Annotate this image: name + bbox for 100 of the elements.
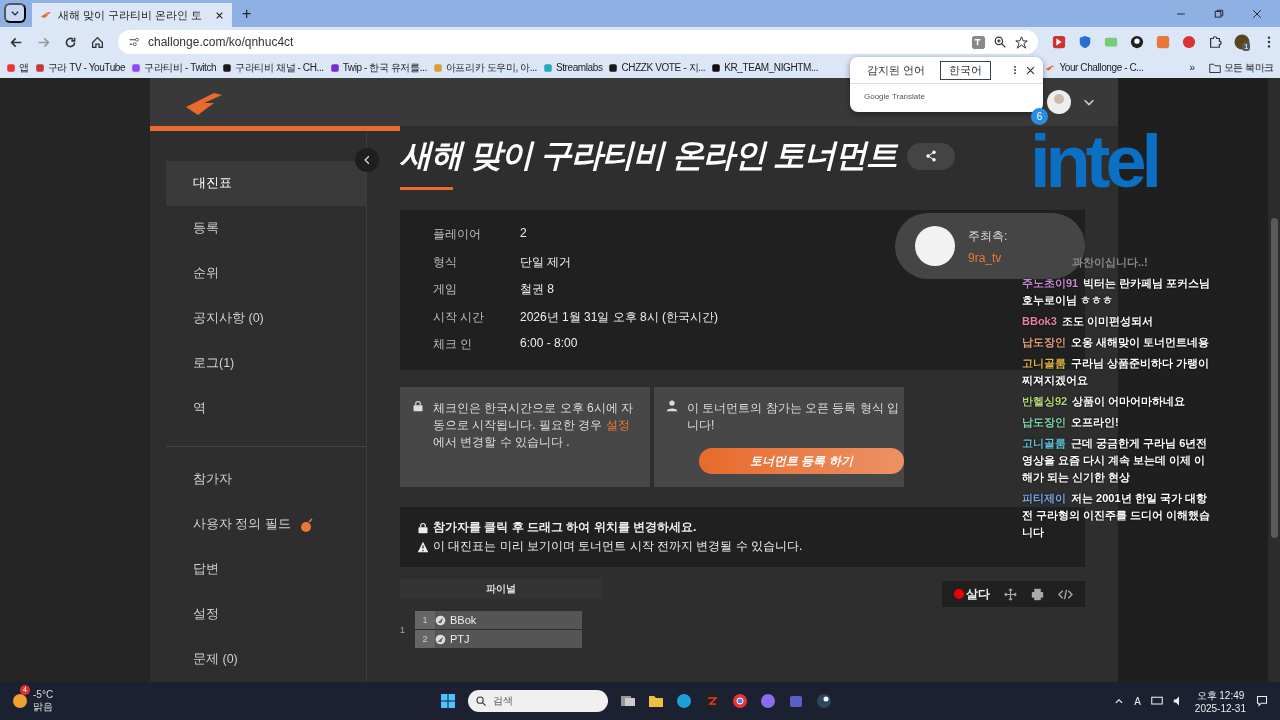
bookmark-favicon-icon — [222, 62, 233, 73]
checkin-text: 체크인은 한국시간으로 오후 6시에 자동으로 시작됩니다. 필요한 경우 설정 에서 변경할 수 있습니다 . — [433, 400, 634, 451]
lock-icon — [412, 400, 424, 412]
person-icon — [666, 400, 678, 412]
chevron-left-icon — [362, 155, 372, 165]
sidebar-item[interactable]: 로그(1) — [166, 341, 366, 386]
lock-icon — [417, 521, 429, 534]
round-header: 파이널 — [400, 579, 602, 599]
bookmark-item[interactable]: Twip - 한국 유저를... — [329, 60, 427, 75]
bookmark-item[interactable]: Your Challonge - C... — [1045, 62, 1144, 73]
tournament-title: 새해 맞이 구라티비 온라인 토너먼트 — [400, 136, 897, 175]
temperature: -5°C — [33, 688, 54, 700]
registration-text: 이 토너먼트의 참가는 오픈 등록 형식 입니다! — [687, 400, 900, 434]
chrome-icon[interactable] — [732, 693, 748, 709]
sidebar-item[interactable]: 설정 — [166, 592, 366, 637]
bookmark-favicon-icon — [608, 62, 619, 73]
sidebar-item[interactable]: 사용자 정의 필드 — [166, 502, 366, 547]
star-icon[interactable] — [1015, 35, 1028, 49]
move-icon[interactable] — [1004, 587, 1017, 601]
start-icon[interactable] — [440, 693, 456, 709]
circle-icon[interactable] — [1182, 35, 1196, 49]
info-value: 6:00 - 8:00 — [520, 336, 579, 353]
bookmark-favicon-icon — [432, 62, 443, 73]
home-icon[interactable] — [91, 35, 104, 49]
task-view-icon[interactable] — [620, 693, 636, 709]
language-tab[interactable]: 감지된 언어 — [858, 60, 935, 80]
chat-message: 고니골룸 구라님 상품준비하다 가랭이 찌져지겠어요 — [1022, 356, 1211, 388]
tab-menu-button[interactable] — [4, 3, 26, 23]
print-icon[interactable] — [1031, 587, 1044, 601]
info-value: 2 — [520, 226, 528, 242]
sidebar-item[interactable]: 대진표 — [166, 161, 366, 206]
info-label: 게임 — [433, 281, 458, 299]
bookmark-item[interactable]: KR_TEAM_NIGHTM... — [711, 62, 819, 73]
hint-text: 이 대진표는 미리 보기이며 토너먼트 시작 전까지 변경될 수 있습니다. — [433, 538, 803, 555]
chevron-icon — [10, 8, 20, 18]
folder-icon[interactable] — [648, 693, 664, 709]
shield-icon[interactable] — [1078, 35, 1092, 49]
profile-avatar-icon[interactable] — [1234, 34, 1250, 50]
bookmark-item[interactable]: 구라티비 채널 - CH... — [222, 60, 324, 75]
play-square-icon[interactable] — [1052, 35, 1066, 49]
zoom-icon[interactable] — [994, 35, 1007, 49]
bracket-player[interactable]: 2 PTJ — [415, 630, 582, 648]
sidebar-item[interactable]: 참가자 — [166, 457, 366, 502]
restore-icon[interactable] — [1214, 8, 1224, 19]
avatar-icon[interactable] — [1046, 89, 1072, 116]
collapse-button[interactable] — [355, 148, 379, 172]
host-label: 주최측: — [968, 227, 1008, 245]
share-button[interactable] — [906, 142, 955, 170]
new-tab-button[interactable]: + — [238, 5, 256, 23]
bookmark-favicon-icon — [6, 62, 16, 73]
game-logo-icon — [435, 614, 446, 626]
bookmark-favicon-icon — [131, 62, 142, 73]
browser-tab[interactable]: 새해 맞이 구라티비 온라인 토 — [32, 3, 232, 27]
sidebar-item[interactable]: 순위 — [166, 251, 366, 296]
sidebar-item[interactable]: 역 — [166, 386, 366, 431]
sidebar-item[interactable]: 등록 — [166, 206, 366, 251]
bracket-player[interactable]: 1 BBok — [415, 611, 582, 629]
warning-icon — [417, 540, 429, 553]
all-bookmarks-folder[interactable]: 모든 북마크 — [1208, 60, 1274, 75]
bookmark-item[interactable]: 앱 — [6, 60, 29, 75]
network-icon[interactable] — [1150, 695, 1163, 707]
translate-icon[interactable] — [971, 34, 986, 50]
taskbar-clock[interactable]: 오후 12:49 2025-12-31 — [1194, 688, 1246, 714]
more-bookmarks-button[interactable]: » — [1189, 62, 1195, 73]
game-app-icon[interactable] — [704, 693, 720, 709]
game-logo-icon — [435, 633, 446, 645]
bookmark-item[interactable]: 구라티비 - Twitch — [131, 60, 217, 75]
bookmark-item[interactable]: Streamlabs — [542, 62, 603, 73]
close-icon[interactable] — [1252, 8, 1262, 19]
input-method-indicator[interactable]: A — [1134, 695, 1141, 707]
chevron-up-icon[interactable] — [1114, 696, 1125, 706]
sidebar-item[interactable]: 답변 — [166, 547, 366, 592]
puzzle-icon[interactable] — [1208, 35, 1222, 49]
back-icon[interactable] — [10, 35, 23, 49]
taskbar-search[interactable]: 검색 — [468, 690, 608, 712]
bookmark-item[interactable]: CHZZK VOTE - 지... — [608, 60, 706, 75]
close-icon[interactable] — [1026, 65, 1035, 75]
bookmark-favicon-icon — [34, 62, 45, 73]
search-icon — [476, 695, 487, 707]
language-tab[interactable]: 한국어 — [940, 60, 992, 80]
chat-message: 피티제이 저는 2001년 한일 국가 대항전 구라형의 이진주를 드디어 이해했습니다 — [1022, 491, 1212, 540]
bookmark-item[interactable]: 아프리카 도우미, 아... — [432, 60, 537, 75]
scrollbar-thumb[interactable] — [1270, 218, 1278, 538]
sidebar-item[interactable]: 문제 (0) — [166, 637, 366, 682]
info-label: 체크 인 — [433, 336, 474, 354]
info-label: 시작 시간 — [433, 308, 486, 326]
weather-text: 맑음 — [33, 699, 54, 714]
avatar-placeholder — [915, 226, 955, 266]
hint-text: 참가자를 클릭 후 드래그 하여 위치를 변경하세요. — [433, 519, 697, 536]
notification-icon[interactable] — [1256, 695, 1268, 707]
reload-icon[interactable] — [64, 35, 77, 49]
live-button[interactable]: 살다 — [954, 585, 990, 603]
address-bar[interactable]: challonge.com/ko/qnhuc4ct — [118, 30, 1038, 54]
sidebar-item[interactable]: 공지사항 (0) — [166, 296, 366, 341]
bookmark-item[interactable]: 구라 TV - YouTube — [34, 60, 126, 75]
folder-icon — [1208, 61, 1221, 74]
site-settings-icon — [128, 36, 140, 48]
share-icon — [924, 150, 937, 162]
info-label: 플레이어 — [433, 226, 482, 243]
chat-message: BBok3 조도 이미편성되서 — [1022, 314, 1154, 329]
